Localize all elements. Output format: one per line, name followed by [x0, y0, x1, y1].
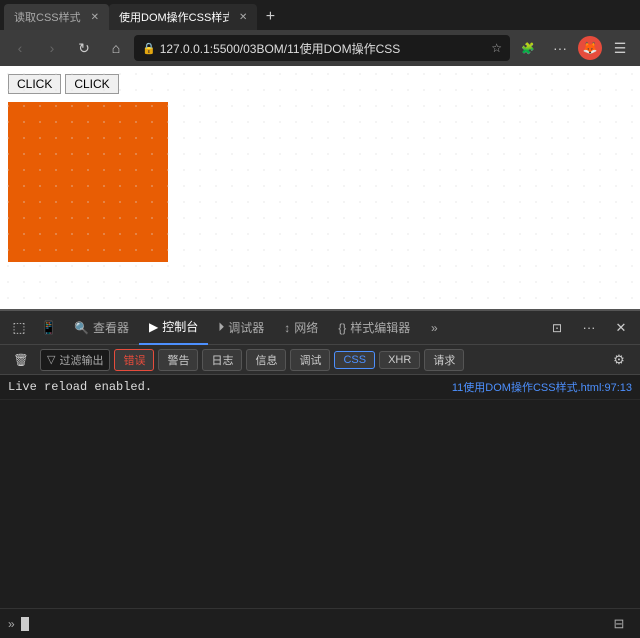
- profile-avatar[interactable]: 🦊: [578, 36, 602, 60]
- inspector-icon: 🔍: [74, 321, 89, 335]
- console-trash-button[interactable]: 🗑: [6, 345, 36, 375]
- console-label: 控制台: [162, 318, 198, 335]
- filter-text: 过滤输出: [59, 352, 103, 368]
- debugger-icon: ⏵: [218, 320, 224, 335]
- tab-1-close[interactable]: ✕: [91, 12, 99, 23]
- console-filter-input[interactable]: ▽ 过滤输出: [40, 349, 110, 371]
- back-button[interactable]: ‹: [6, 34, 34, 62]
- click-button-1[interactable]: CLICK: [8, 74, 61, 94]
- devtools-ellipsis-button[interactable]: ···: [574, 313, 604, 343]
- devtools-tab-debugger[interactable]: ⏵ 调试器: [208, 311, 274, 345]
- filter-css-button[interactable]: CSS: [334, 351, 375, 369]
- debugger-label: 调试器: [228, 319, 264, 336]
- filter-warning-button[interactable]: 警告: [158, 349, 198, 371]
- network-label: 网络: [294, 319, 318, 336]
- tab-1-label: 读取CSS样式: [14, 9, 81, 25]
- console-toolbar: 🗑 ▽ 过滤输出 错误 警告 日志 信息 调试 CSS XHR 请求 ⚙: [0, 345, 640, 375]
- inspector-label: 查看器: [93, 319, 129, 336]
- devtools-tab-style-editor[interactable]: {} 样式编辑器: [328, 311, 420, 345]
- button-row: CLICK CLICK: [8, 74, 632, 94]
- nav-menu-button[interactable]: ☰: [606, 34, 634, 62]
- console-settings-button[interactable]: ⚙: [604, 345, 634, 375]
- devtools-undock-button[interactable]: ⊡: [542, 313, 572, 343]
- console-prompt-icon: »: [8, 617, 15, 631]
- bookmark-icon[interactable]: ☆: [491, 41, 502, 55]
- click-button-2[interactable]: CLICK: [65, 74, 118, 94]
- devtools-tab-console[interactable]: ▶ 控制台: [139, 311, 208, 345]
- devtools-close-button[interactable]: ✕: [606, 313, 636, 343]
- lock-icon: 🔒: [142, 42, 156, 55]
- console-sidebar-button[interactable]: ⊟: [606, 611, 632, 637]
- tab-1[interactable]: 读取CSS样式 ✕: [4, 4, 109, 30]
- address-bar[interactable]: 🔒 127.0.0.1:5500/03BOM/11使用DOM操作CSS ☆: [134, 35, 510, 61]
- page-content: CLICK CLICK: [0, 66, 640, 309]
- tab-2[interactable]: 使用DOM操作CSS样式 ✕: [109, 4, 257, 30]
- home-button[interactable]: ⌂: [102, 34, 130, 62]
- tab-2-close[interactable]: ✕: [239, 12, 247, 23]
- tab-2-label: 使用DOM操作CSS样式: [119, 9, 229, 25]
- filter-request-button[interactable]: 请求: [424, 349, 464, 371]
- filter-error-button[interactable]: 错误: [114, 349, 154, 371]
- style-label: 样式编辑器: [350, 319, 410, 336]
- console-content: Live reload enabled. 11使用DOM操作CSS样式.html…: [0, 375, 640, 608]
- log-message: Live reload enabled.: [8, 380, 444, 394]
- forward-button[interactable]: ›: [38, 34, 66, 62]
- filter-debug-button[interactable]: 调试: [290, 349, 330, 371]
- refresh-button[interactable]: ↻: [70, 34, 98, 62]
- extensions-button[interactable]: 🧩: [514, 34, 542, 62]
- console-icon: ▶: [149, 320, 158, 334]
- filter-info-button[interactable]: 信息: [246, 349, 286, 371]
- filter-icon: ▽: [47, 353, 55, 366]
- devtools-more-tabs[interactable]: »: [420, 311, 448, 345]
- console-log-row: Live reload enabled. 11使用DOM操作CSS样式.html…: [0, 375, 640, 400]
- devtools-actions: ⊡ ··· ✕: [542, 313, 636, 343]
- devtools-panel: ⬚ 📱 🔍 查看器 ▶ 控制台 ⏵ 调试器 ↕ 网络 {} 样式编辑器 » ⊡ …: [0, 309, 640, 638]
- orange-box: [8, 102, 168, 262]
- network-icon: ↕: [284, 321, 290, 335]
- devtools-tab-network[interactable]: ↕ 网络: [274, 311, 328, 345]
- devtools-tab-inspector[interactable]: 🔍 查看器: [64, 311, 139, 345]
- devtools-inspect-button[interactable]: ⬚: [4, 313, 34, 343]
- url-text: 127.0.0.1:5500/03BOM/11使用DOM操作CSS: [160, 40, 488, 57]
- style-icon: {}: [338, 321, 346, 335]
- filter-log-button[interactable]: 日志: [202, 349, 242, 371]
- nav-bar: ‹ › ↻ ⌂ 🔒 127.0.0.1:5500/03BOM/11使用DOM操作…: [0, 30, 640, 66]
- devtools-toolbar: ⬚ 📱 🔍 查看器 ▶ 控制台 ⏵ 调试器 ↕ 网络 {} 样式编辑器 » ⊡ …: [0, 311, 640, 345]
- devtools-responsive-button[interactable]: 📱: [34, 313, 64, 343]
- log-source[interactable]: 11使用DOM操作CSS样式.html:97:13: [452, 379, 632, 395]
- nav-more-button[interactable]: ···: [546, 34, 574, 62]
- tab-bar: 读取CSS样式 ✕ 使用DOM操作CSS样式 ✕ +: [0, 0, 640, 30]
- filter-xhr-button[interactable]: XHR: [379, 351, 420, 369]
- console-input-row: » ⊟: [0, 608, 640, 638]
- new-tab-button[interactable]: +: [257, 4, 283, 30]
- console-cursor: [21, 617, 29, 631]
